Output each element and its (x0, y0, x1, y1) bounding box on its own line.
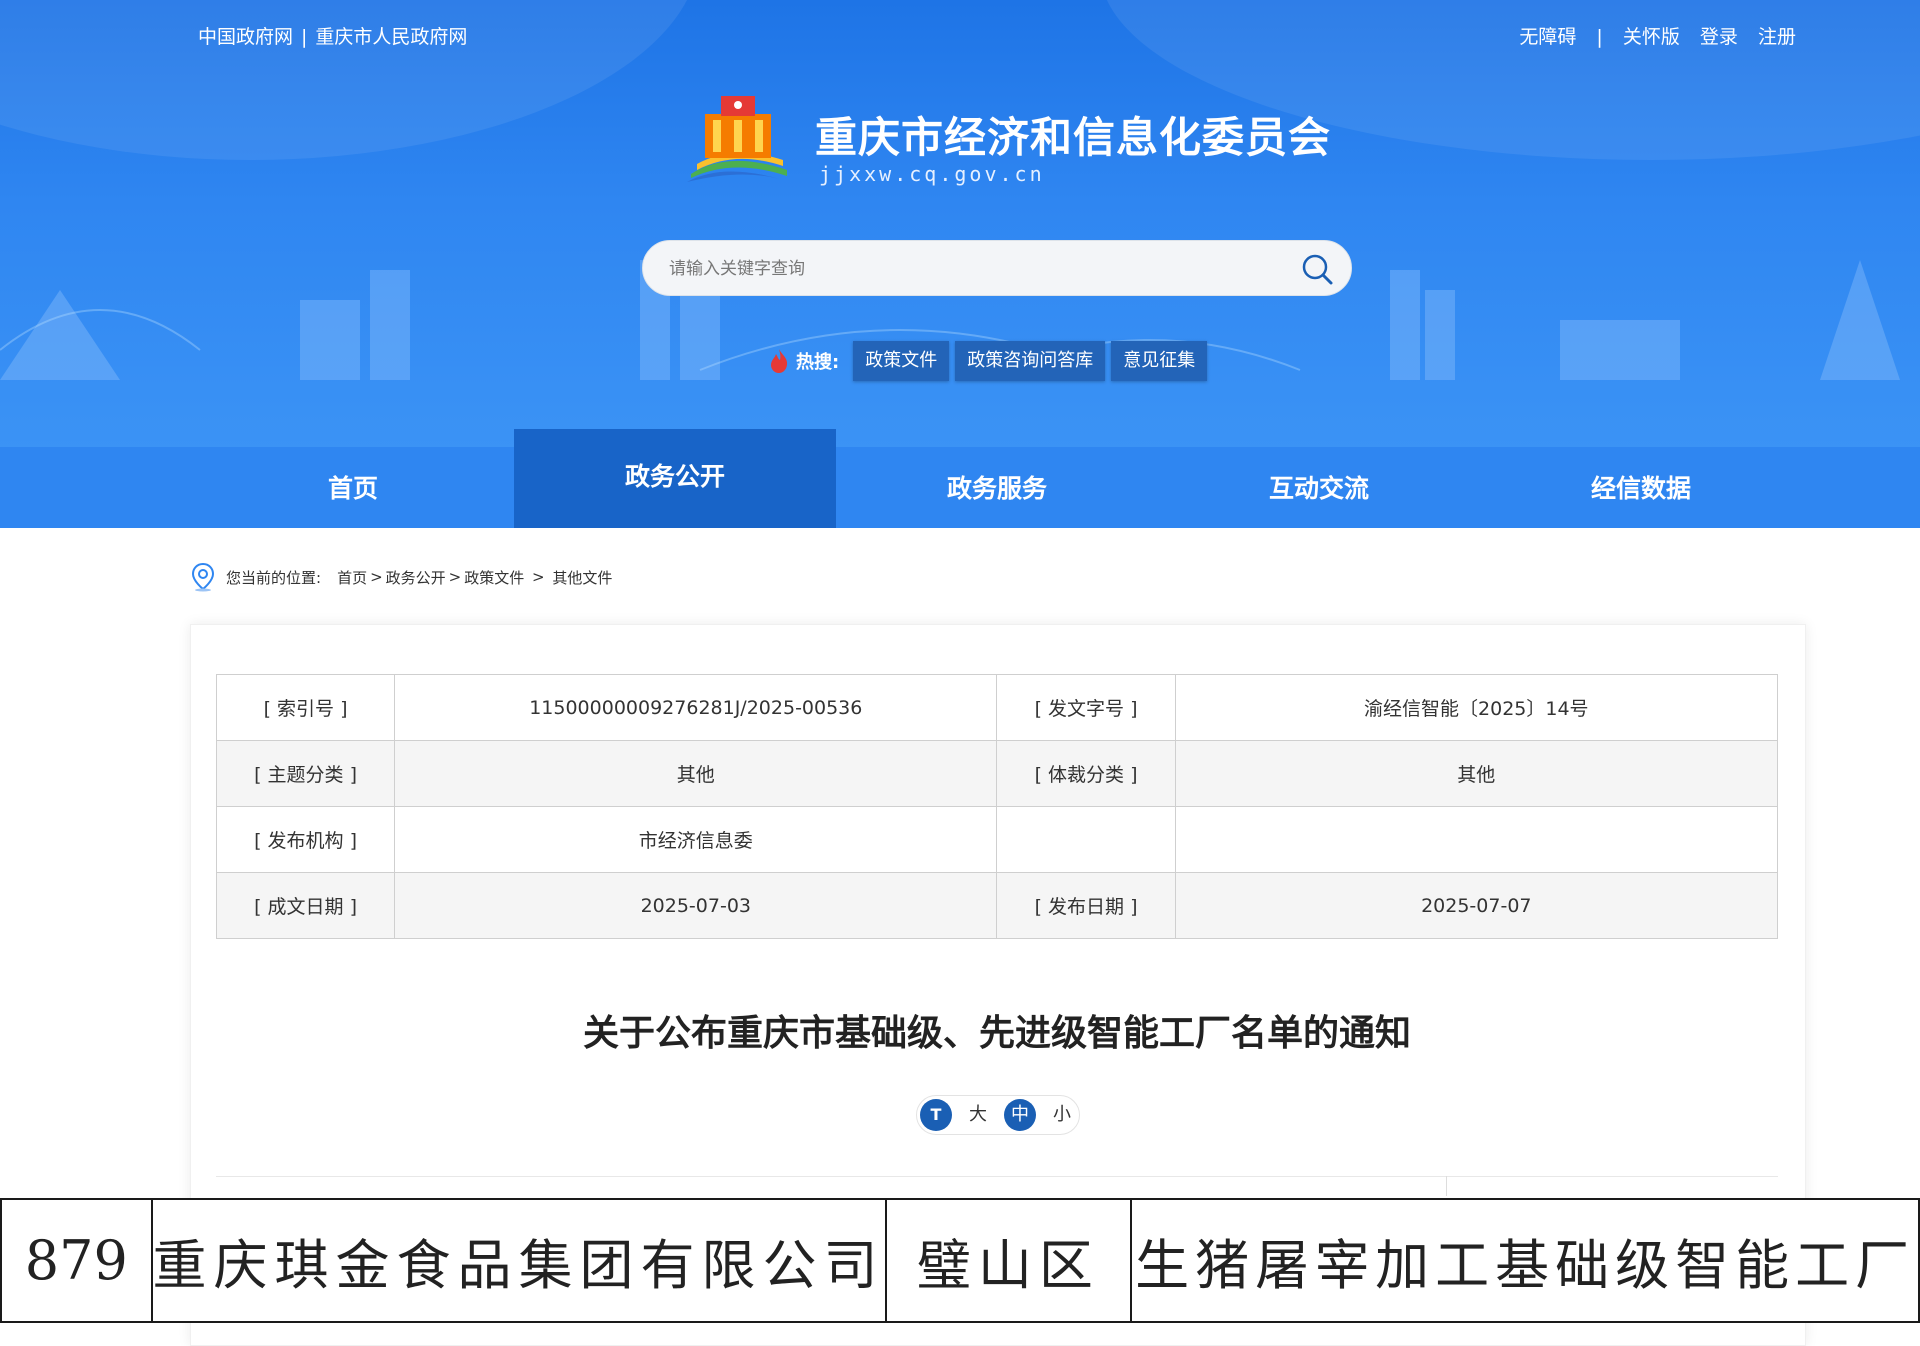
emblem-icon (687, 96, 787, 182)
nav-home[interactable]: 首页 (192, 447, 514, 528)
flame-icon (771, 349, 788, 373)
hot-tag-policy-qa[interactable]: 政策咨询问答库 (955, 341, 1106, 381)
excerpt-table-overlay: 879 重庆琪金食品集团有限公司 璧山区 生猪屠宰加工基础级智能工厂 (0, 1198, 1920, 1323)
font-size-switcher: T 大 中 小 (916, 1095, 1080, 1135)
hot-tag-policy-files[interactable]: 政策文件 (853, 341, 950, 381)
link-separator: | (301, 26, 308, 48)
meta-value-publish-date: 2025-07-07 (1174, 872, 1779, 939)
meta-value-topic: 其他 (394, 740, 998, 807)
breadcrumb-government-affairs[interactable]: 政务公开 (386, 567, 446, 588)
meta-label-document-no: [ 发文字号 ] (996, 674, 1176, 741)
document-meta-table: [ 索引号 ] 11500000009276281J/2025-00536 [ … (215, 674, 1779, 939)
font-size-small-button[interactable]: 小 (1046, 1099, 1078, 1131)
link-gov-cn[interactable]: 中国政府网 (198, 26, 293, 48)
document-title: 关于公布重庆市基础级、先进级智能工厂名单的通知 (582, 1013, 1411, 1054)
site-logo[interactable]: 重庆市经济和信息化委员会 jjxxw.cq.gov.cn (683, 92, 1333, 192)
meta-value-publisher: 市经济信息委 (394, 806, 998, 873)
meta-label-written-date: [ 成文日期 ] (215, 872, 396, 939)
search-input[interactable] (667, 241, 1271, 297)
factory-list-excerpt: 879 重庆琪金食品集团有限公司 璧山区 生猪屠宰加工基础级智能工厂 (0, 1198, 1920, 1323)
breadcrumb-home[interactable]: 首页 (337, 567, 367, 588)
nav-government-services[interactable]: 政务服务 (836, 447, 1158, 528)
meta-label-genre: [ 体裁分类 ] (996, 740, 1176, 807)
nav-economic-data[interactable]: 经信数据 (1480, 447, 1802, 528)
nav-interaction[interactable]: 互动交流 (1158, 447, 1480, 528)
location-pin-icon (191, 562, 215, 592)
table-row: [ 索引号 ] 11500000009276281J/2025-00536 [ … (215, 674, 1779, 741)
meta-value-empty (1174, 806, 1779, 873)
breadcrumb-separator: > (527, 568, 550, 586)
site-title: 重庆市经济和信息化委员会 (815, 113, 1332, 162)
meta-value-index-no: 11500000009276281J/2025-00536 (394, 674, 998, 741)
breadcrumb-other-files[interactable]: 其他文件 (552, 567, 612, 588)
meta-label-publisher: [ 发布机构 ] (215, 806, 396, 873)
document-body-column-divider (1446, 1176, 1447, 1196)
font-size-medium-button[interactable]: 中 (1004, 1099, 1036, 1131)
link-separator: | (1596, 26, 1603, 48)
excerpt-cell-company: 重庆琪金食品集团有限公司 (150, 1198, 887, 1323)
font-size-large-button[interactable]: 大 (962, 1099, 994, 1131)
search-icon[interactable] (1299, 251, 1335, 287)
meta-label-publish-date: [ 发布日期 ] (996, 872, 1176, 939)
table-row: 879 重庆琪金食品集团有限公司 璧山区 生猪屠宰加工基础级智能工厂 (0, 1198, 1920, 1323)
breadcrumb-separator: > (370, 568, 383, 586)
top-right-links: 无障碍 | 关怀版 登录 注册 (1505, 22, 1796, 49)
excerpt-cell-number: 879 (0, 1198, 153, 1323)
nav-government-affairs-open[interactable]: 政务公开 (514, 429, 836, 528)
breadcrumb-separator: > (448, 568, 462, 586)
table-row: [ 发布机构 ] 市经济信息委 (215, 806, 1779, 873)
link-cq-gov[interactable]: 重庆市人民政府网 (315, 26, 467, 48)
document-body-top-border (216, 1176, 1778, 1179)
table-row: [ 成文日期 ] 2025-07-03 [ 发布日期 ] 2025-07-07 (215, 872, 1779, 939)
link-care-version[interactable]: 关怀版 (1623, 26, 1680, 48)
hot-search-bar: 热搜: 政策文件 政策咨询问答库 意见征集 (768, 341, 1213, 381)
breadcrumb: 您当前的位置: 首页 > 政务公开 > 政策文件 > 其他文件 (190, 562, 612, 592)
excerpt-cell-district: 璧山区 (884, 1198, 1133, 1323)
table-row: [ 主题分类 ] 其他 [ 体裁分类 ] 其他 (215, 740, 1779, 807)
meta-value-document-no: 渝经信智能〔2025〕14号 (1174, 674, 1779, 741)
search-box (642, 240, 1352, 297)
breadcrumb-label: 您当前的位置: (226, 568, 322, 587)
link-register[interactable]: 注册 (1758, 26, 1796, 48)
link-login[interactable]: 登录 (1700, 26, 1738, 48)
main-nav: 首页 政务公开 政务服务 互动交流 经信数据 (0, 429, 1920, 528)
meta-value-written-date: 2025-07-03 (394, 872, 998, 939)
meta-label-topic: [ 主题分类 ] (215, 740, 396, 807)
meta-label-index-no: [ 索引号 ] (215, 674, 396, 741)
site-header: 中国政府网 | 重庆市人民政府网 无障碍 | 关怀版 登录 注册 重庆市经济和信息化… (0, 0, 1920, 450)
font-size-icon: T (920, 1099, 952, 1131)
hot-tag-opinion-solicitation[interactable]: 意见征集 (1111, 341, 1208, 381)
excerpt-cell-factory-type: 生猪屠宰加工基础级智能工厂 (1130, 1198, 1920, 1323)
hot-search-label: 热搜: (796, 352, 840, 373)
site-url: jjxxw.cq.gov.cn (819, 162, 1045, 186)
meta-label-empty (996, 806, 1176, 873)
link-accessibility[interactable]: 无障碍 (1519, 26, 1576, 48)
breadcrumb-policy-files[interactable]: 政策文件 (464, 567, 524, 588)
top-left-links: 中国政府网 | 重庆市人民政府网 (198, 22, 467, 49)
meta-value-genre: 其他 (1174, 740, 1779, 807)
